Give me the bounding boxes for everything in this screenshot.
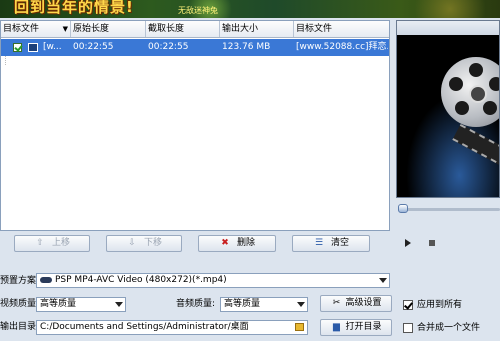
column-header-cut-length[interactable]: 截取长度 bbox=[146, 21, 220, 37]
column-header-target-file[interactable]: 目标文件 bbox=[294, 21, 389, 37]
arrow-up-icon: ⇧ bbox=[36, 238, 44, 248]
apply-all-checkbox[interactable] bbox=[403, 300, 413, 310]
seek-track bbox=[400, 208, 500, 211]
table-row[interactable]: [w... 00:22:55 00:22:55 123.76 MB [www.5… bbox=[1, 39, 389, 56]
chevron-down-icon bbox=[379, 278, 387, 283]
cell-original-length: 00:22:55 bbox=[73, 42, 114, 52]
cell-output-size: 123.76 MB bbox=[222, 42, 271, 52]
x-icon: ✖ bbox=[221, 238, 229, 248]
seek-handle[interactable] bbox=[398, 204, 408, 213]
banner-decoration bbox=[400, 0, 500, 18]
open-dir-button[interactable]: ▆ 打开目录 bbox=[320, 319, 392, 336]
apply-all-label: 应用到所有 bbox=[417, 300, 463, 310]
merge-checkbox[interactable] bbox=[403, 323, 413, 333]
clear-button[interactable]: ☰ 清空 bbox=[292, 235, 370, 252]
list-header: 目标文件 ▼ 原始长度 截取长度 输出大小 目标文件 bbox=[1, 21, 389, 38]
preset-label: 预置方案: bbox=[0, 276, 40, 286]
column-header-output-size[interactable]: 输出大小 bbox=[220, 21, 294, 37]
scissors-icon: ✂ bbox=[332, 298, 341, 308]
seek-bar[interactable] bbox=[396, 203, 500, 215]
psp-device-icon bbox=[40, 276, 52, 283]
advanced-settings-button[interactable]: ✂ 高级设置 bbox=[320, 295, 392, 312]
ad-banner[interactable]: 回到当年的情景! 无敌迷神兔 bbox=[0, 0, 500, 18]
audio-quality-select[interactable]: 高等质量 bbox=[220, 297, 308, 312]
column-header-source[interactable]: 目标文件 ▼ bbox=[1, 21, 71, 37]
preview-toolbar bbox=[397, 21, 499, 35]
chevron-down-icon bbox=[115, 302, 123, 307]
clear-list-icon: ☰ bbox=[314, 238, 324, 248]
settings-panel: 预置方案: PSP MP4-AVC Video (480x272)(*.mp4)… bbox=[0, 266, 500, 341]
banner-small-text: 无敌迷神兔 bbox=[178, 6, 218, 15]
cell-cut-length: 00:22:55 bbox=[148, 42, 189, 52]
list-action-bar: ⇧ 上移 ⇩ 下移 ✖ 删除 ☰ 清空 bbox=[0, 235, 390, 255]
move-up-button[interactable]: ⇧ 上移 bbox=[14, 235, 90, 252]
video-quality-select[interactable]: 高等质量 bbox=[36, 297, 126, 312]
folder-icon[interactable] bbox=[295, 323, 304, 331]
video-file-icon bbox=[28, 43, 38, 52]
merge-label: 合并成一个文件 bbox=[417, 323, 481, 333]
folder-icon: ▆ bbox=[333, 322, 340, 332]
play-icon[interactable] bbox=[405, 239, 411, 247]
cell-source: [w... bbox=[43, 42, 62, 52]
chevron-down-icon bbox=[297, 302, 305, 307]
arrow-down-icon: ⇩ bbox=[128, 238, 136, 248]
move-down-button[interactable]: ⇩ 下移 bbox=[106, 235, 182, 252]
row-checkbox[interactable] bbox=[13, 43, 22, 52]
column-header-original-length[interactable]: 原始长度 bbox=[71, 21, 146, 37]
preset-select[interactable]: PSP MP4-AVC Video (480x272)(*.mp4) bbox=[36, 273, 390, 288]
banner-title: 回到当年的情景! bbox=[14, 0, 134, 16]
audio-quality-label: 音频质量: bbox=[176, 299, 216, 309]
sort-arrow-icon: ▼ bbox=[62, 25, 68, 33]
video-preview bbox=[396, 20, 500, 198]
output-dir-field[interactable]: C:/Documents and Settings/Administrator/… bbox=[36, 320, 308, 335]
video-quality-label: 视频质量: bbox=[0, 299, 40, 309]
file-list[interactable]: 目标文件 ▼ 原始长度 截取长度 输出大小 目标文件 [w... 00:22:55… bbox=[0, 20, 390, 231]
stop-icon[interactable] bbox=[429, 240, 435, 246]
delete-button[interactable]: ✖ 删除 bbox=[198, 235, 276, 252]
cell-target-file: [www.52088.cc]拜恋... bbox=[296, 42, 388, 52]
output-dir-label: 输出目录: bbox=[0, 322, 40, 332]
